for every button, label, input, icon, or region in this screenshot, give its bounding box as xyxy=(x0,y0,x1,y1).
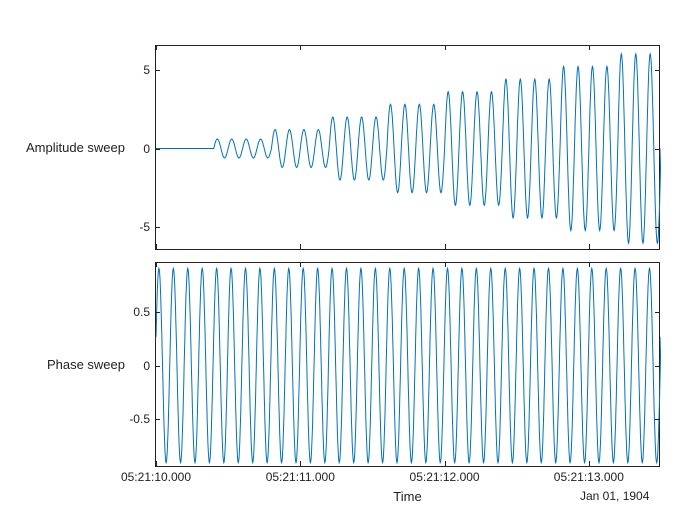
date-annotation: Jan 01, 1904 xyxy=(580,489,649,503)
x-tick-label: 05:21:11.000 xyxy=(266,466,335,484)
phase-sweep-ylabel: Phase sweep xyxy=(15,357,125,372)
y-tick-label: -0.5 xyxy=(129,412,156,426)
x-tick-label: 05:21:12.000 xyxy=(410,466,480,484)
x-tick-label: 05:21:10.000 xyxy=(121,466,191,484)
x-tick-label: 05:21:13.000 xyxy=(554,466,624,484)
amplitude-sweep-axes: -505 xyxy=(155,45,660,250)
y-tick-label: -5 xyxy=(139,220,156,234)
x-axis-label: Time xyxy=(358,489,458,504)
phase-sweep-line xyxy=(156,263,661,468)
amplitude-sweep-ylabel: Amplitude sweep xyxy=(15,140,125,155)
amplitude-sweep-line xyxy=(156,46,661,251)
y-tick-label: 0.5 xyxy=(133,305,156,319)
phase-sweep-axes: -0.500.505:21:10.00005:21:11.00005:21:12… xyxy=(155,262,660,467)
